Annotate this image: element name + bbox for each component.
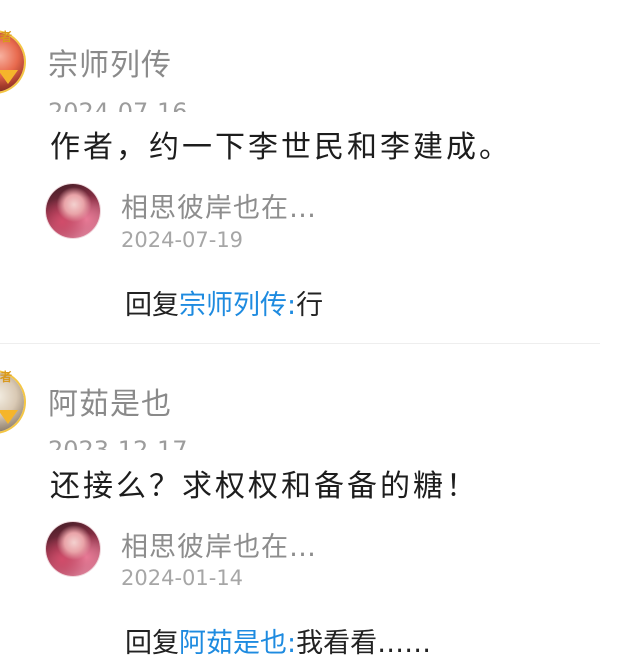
comment-text: 还接么？求权权和备备的糖！: [50, 469, 479, 504]
author-badge: 者: [0, 370, 13, 384]
comment-author[interactable]: 宗师列传: [48, 40, 172, 84]
comment-avatar[interactable]: 者: [0, 370, 28, 434]
reply-prefix: 回复: [125, 628, 179, 659]
comment-avatar[interactable]: 者: [0, 30, 28, 94]
reply-avatar[interactable]: [46, 184, 100, 238]
comment-author[interactable]: 阿茹是也: [48, 379, 172, 423]
reply-target-link[interactable]: 阿茹是也:: [179, 628, 296, 659]
comment-date: 2024-07-16: [48, 98, 188, 112]
reply-date: 2024-07-19: [121, 228, 244, 252]
comment-date: 2023-12-17: [48, 436, 188, 450]
reply-author[interactable]: 相思彼岸也在…: [121, 186, 317, 225]
reply-prefix: 回复: [125, 290, 179, 321]
badge-ribbon-icon: [0, 410, 18, 424]
comment-text: 作者，约一下李世民和李建成。: [50, 130, 512, 165]
badge-ribbon-icon: [0, 70, 18, 84]
reply-date: 2024-01-14: [121, 566, 244, 590]
reply-content: 回复宗师列传:行: [125, 283, 323, 322]
reply-body: 行: [296, 290, 324, 321]
reply-avatar[interactable]: [46, 522, 100, 576]
reply-body: 我看看……: [296, 628, 432, 659]
author-badge: 者: [0, 30, 13, 44]
reply-author[interactable]: 相思彼岸也在…: [121, 525, 317, 564]
reply-content: 回复阿茹是也:我看看……: [125, 621, 431, 660]
comment-divider: [0, 343, 600, 344]
reply-target-link[interactable]: 宗师列传:: [179, 290, 296, 321]
